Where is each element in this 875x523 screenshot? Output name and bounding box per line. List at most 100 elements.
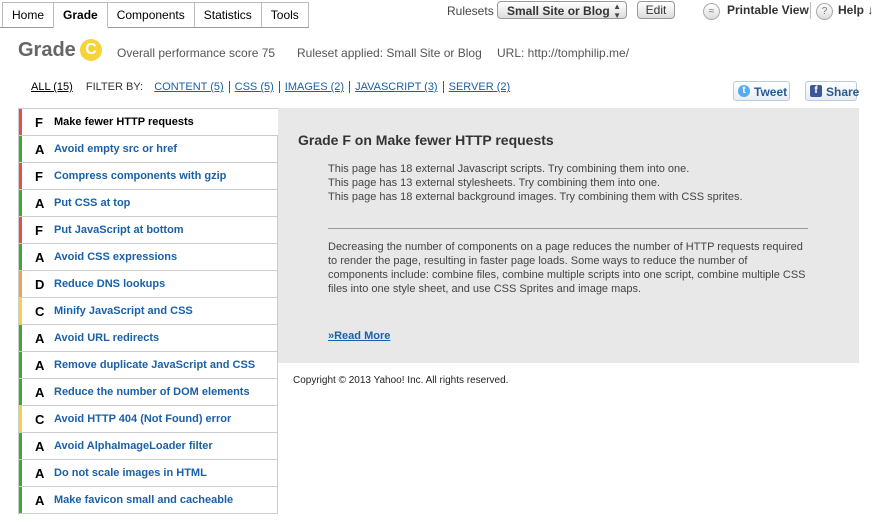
rule-grade-letter: A [35, 439, 45, 454]
select-arrows-icon: ▲ ▼ [613, 2, 621, 20]
grade-color-bar [19, 298, 22, 324]
rule-name[interactable]: Put JavaScript at bottom [54, 224, 184, 236]
rulesets-label: Rulesets [447, 4, 494, 18]
rule-grade-letter: F [35, 115, 43, 130]
rule-grade-letter: A [35, 466, 45, 481]
rule-row[interactable]: F Compress components with gzip [18, 163, 278, 190]
rule-grade-letter: C [35, 412, 45, 427]
grade-color-bar [19, 460, 22, 486]
rule-name[interactable]: Make favicon small and cacheable [54, 494, 233, 506]
grade-color-bar [19, 487, 22, 513]
ruleset-applied-text: Ruleset applied: Small Site or Blog [297, 46, 482, 60]
rule-row[interactable]: D Reduce DNS lookups [18, 271, 278, 298]
rule-row[interactable]: C Minify JavaScript and CSS [18, 298, 278, 325]
rule-name[interactable]: Avoid empty src or href [54, 143, 177, 155]
rule-name[interactable]: Avoid URL redirects [54, 332, 159, 344]
rule-detail-messages: This page has 18 external Javascript scr… [328, 162, 778, 204]
grade-color-bar [19, 217, 22, 243]
filter-separator [349, 81, 351, 94]
tweet-label: Tweet [754, 85, 788, 99]
grade-color-bar [19, 163, 22, 189]
copyright-text: Copyright © 2013 Yahoo! Inc. All rights … [293, 375, 509, 386]
rule-name[interactable]: Compress components with gzip [54, 170, 226, 182]
printable-view-label: Printable View [727, 3, 809, 17]
filter-link-content[interactable]: CONTENT (5) [154, 81, 223, 93]
grade-color-bar [19, 379, 22, 405]
detail-message: This page has 13 external stylesheets. T… [328, 177, 661, 189]
rule-name[interactable]: Put CSS at top [54, 197, 130, 209]
filter-link-images[interactable]: IMAGES (2) [285, 81, 344, 93]
grade-title: Grade [18, 39, 76, 61]
rule-name[interactable]: Remove duplicate JavaScript and CSS [54, 359, 255, 371]
rule-name[interactable]: Avoid HTTP 404 (Not Found) error [54, 413, 231, 425]
tab-home[interactable]: Home [2, 2, 55, 28]
rule-grade-letter: A [35, 493, 45, 508]
rule-row[interactable]: A Avoid CSS expressions [18, 244, 278, 271]
rule-description: Decreasing the number of components on a… [328, 241, 806, 295]
tweet-button[interactable]: t Tweet [733, 81, 790, 101]
rule-grade-letter: F [35, 223, 43, 238]
overall-score-text: Overall performance score 75 [117, 46, 276, 60]
rule-name[interactable]: Make fewer HTTP requests [54, 116, 194, 128]
rule-grade-letter: A [35, 385, 45, 400]
help-icon: ? [816, 3, 833, 20]
filter-by-label: FILTER BY: [85, 81, 144, 93]
filter-all[interactable]: ALL (15) [31, 81, 73, 93]
ruleset-select-value: Small Site or Blog [507, 4, 610, 18]
grade-color-bar [19, 433, 22, 459]
rule-row[interactable]: A Make favicon small and cacheable [18, 487, 278, 514]
share-button[interactable]: f Share [805, 81, 860, 101]
grade-color-bar [19, 190, 22, 216]
filter-bar: ALL (15) FILTER BY: CONTENT (5) CSS (5) IM… [31, 81, 511, 94]
ruleset-select[interactable]: Small Site or Blog ▲ ▼ [497, 1, 627, 20]
facebook-icon: f [810, 85, 822, 97]
rule-name[interactable]: Do not scale images in HTML [54, 467, 207, 479]
tab-underline [0, 27, 298, 28]
rule-name[interactable]: Minify JavaScript and CSS [54, 305, 193, 317]
rule-row[interactable]: A Avoid AlphaImageLoader filter [18, 433, 278, 460]
share-label: Share [826, 85, 860, 99]
rule-row[interactable]: C Avoid HTTP 404 (Not Found) error [18, 406, 278, 433]
grade-color-bar [19, 271, 22, 297]
grade-color-bar [19, 352, 22, 378]
rule-row[interactable]: A Remove duplicate JavaScript and CSS [18, 352, 278, 379]
detail-message: This page has 18 external background ima… [328, 191, 743, 203]
rule-detail-panel: Grade F on Make fewer HTTP requests This… [278, 108, 859, 363]
rule-list: F Make fewer HTTP requests A Avoid empty sr… [18, 108, 280, 514]
rule-grade-letter: A [35, 142, 45, 157]
rule-row[interactable]: F Make fewer HTTP requests [18, 108, 280, 136]
filter-separator [228, 81, 230, 94]
rule-name[interactable]: Reduce the number of DOM elements [54, 386, 250, 398]
filter-link-server[interactable]: SERVER (2) [449, 81, 511, 93]
tab-grade[interactable]: Grade [53, 2, 108, 28]
rule-row[interactable]: A Reduce the number of DOM elements [18, 379, 278, 406]
rule-grade-letter: A [35, 196, 45, 211]
grade-color-bar [19, 109, 22, 135]
grade-color-bar [19, 136, 22, 162]
tab-components[interactable]: Components [106, 2, 195, 28]
rule-detail-title: Grade F on Make fewer HTTP requests [298, 132, 554, 148]
edit-button[interactable]: Edit [637, 1, 675, 19]
rule-grade-letter: A [35, 358, 45, 373]
rule-name[interactable]: Avoid AlphaImageLoader filter [54, 440, 213, 452]
rule-row[interactable]: A Avoid URL redirects [18, 325, 278, 352]
filter-link-javascript[interactable]: JAVASCRIPT (3) [355, 81, 438, 93]
rule-row[interactable]: A Put CSS at top [18, 190, 278, 217]
detail-divider [328, 228, 808, 229]
help-label: Help ↓ [838, 3, 874, 17]
filter-link-css[interactable]: CSS (5) [235, 81, 274, 93]
rule-row[interactable]: A Avoid empty src or href [18, 136, 278, 163]
rule-grade-letter: C [35, 304, 45, 319]
tab-bar: Home Grade Components Statistics Tools [2, 2, 309, 28]
rule-row[interactable]: F Put JavaScript at bottom [18, 217, 278, 244]
rule-name[interactable]: Avoid CSS expressions [54, 251, 177, 263]
rule-grade-letter: F [35, 169, 43, 184]
toolbar-divider [810, 2, 811, 19]
url-text: URL: http://tomphilip.me/ [497, 46, 630, 60]
tab-tools[interactable]: Tools [260, 2, 309, 28]
rule-row[interactable]: A Do not scale images in HTML [18, 460, 278, 487]
filter-separator [442, 81, 444, 94]
read-more-link[interactable]: »Read More [328, 330, 390, 342]
rule-name[interactable]: Reduce DNS lookups [54, 278, 165, 290]
tab-statistics[interactable]: Statistics [193, 2, 262, 28]
